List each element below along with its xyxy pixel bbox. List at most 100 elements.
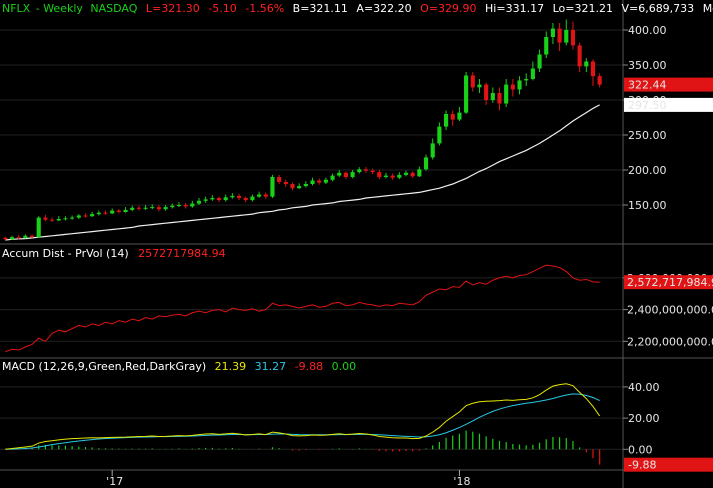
candle-body bbox=[337, 172, 342, 176]
candle-body bbox=[223, 197, 228, 201]
candle-body bbox=[350, 172, 355, 177]
candle-body bbox=[557, 28, 562, 43]
candle-body bbox=[497, 93, 502, 104]
candle-body bbox=[76, 215, 81, 218]
candle-body bbox=[270, 177, 275, 197]
accum-value: 2572717984.94 bbox=[138, 247, 225, 260]
candle-body bbox=[544, 37, 549, 55]
candle-body bbox=[50, 219, 55, 221]
candle-body bbox=[3, 237, 8, 240]
candle-body bbox=[163, 207, 168, 210]
candle-body bbox=[470, 75, 475, 88]
candle-body bbox=[490, 93, 495, 100]
candle-body bbox=[330, 175, 335, 180]
candle-body bbox=[9, 237, 15, 240]
candle-body bbox=[504, 84, 509, 104]
candle-body bbox=[317, 180, 322, 183]
candle-body bbox=[517, 80, 522, 90]
stock-chart: NFLX - Weekly NASDAQ L=321.30 -5.10 -1.5… bbox=[0, 0, 713, 488]
candle-body bbox=[36, 217, 41, 238]
candle-body bbox=[550, 28, 555, 37]
candle-body bbox=[510, 84, 515, 90]
candle-body bbox=[70, 217, 75, 219]
candle-body bbox=[417, 169, 422, 177]
candle-body bbox=[577, 45, 582, 67]
candle-body bbox=[176, 205, 182, 206]
price-header: NFLX - Weekly NASDAQ L=321.30 -5.10 -1.5… bbox=[2, 2, 713, 15]
macd-header: MACD (12,26,9,Green,Red,DarkGray) 21.39 … bbox=[2, 360, 356, 373]
macd-value: 21.39 bbox=[215, 360, 247, 373]
candle-body bbox=[196, 200, 202, 204]
candle-body bbox=[310, 180, 315, 184]
candle-body bbox=[83, 215, 88, 217]
exchange-label: NASDAQ bbox=[90, 2, 137, 15]
macd-axis-label: 20.00 bbox=[628, 412, 660, 425]
candle-body bbox=[410, 172, 415, 177]
accum-axis[interactable]: 2,600,000,000.002,400,000,000.002,200,00… bbox=[623, 272, 713, 348]
candle-body bbox=[357, 169, 362, 173]
price-axis-label: 400.00 bbox=[628, 24, 667, 37]
candle-body bbox=[370, 170, 375, 173]
volume-label: V=6,689,733 bbox=[621, 2, 694, 15]
candle-body bbox=[363, 169, 369, 171]
accum-title: Accum Dist - PrVol (14) bbox=[2, 247, 129, 260]
candle-body bbox=[383, 175, 389, 177]
accum-header: Accum Dist - PrVol (14) 2572717984.94 bbox=[2, 247, 226, 260]
candle-body bbox=[530, 68, 535, 79]
candle-body bbox=[116, 210, 121, 212]
candle-body bbox=[524, 79, 529, 81]
candle-body bbox=[584, 61, 589, 67]
candle-body bbox=[303, 184, 308, 187]
candle-body bbox=[103, 212, 108, 214]
candle-body bbox=[437, 126, 442, 144]
candle-body bbox=[156, 207, 161, 210]
price-axis-label: 200.00 bbox=[628, 164, 667, 177]
candle-body bbox=[230, 195, 235, 198]
zero-value: 0.00 bbox=[332, 360, 357, 373]
candle-body bbox=[63, 218, 68, 220]
sma-label: 297.50 bbox=[628, 99, 667, 112]
time-axis-label: '17 bbox=[106, 475, 123, 488]
candle-body bbox=[250, 196, 255, 201]
macd-title: MACD (12,26,9,Green,Red,DarkGray) bbox=[2, 360, 206, 373]
candle-body bbox=[183, 205, 188, 207]
candle-body bbox=[477, 84, 482, 88]
ask-label: A=322.20 bbox=[356, 2, 411, 15]
accum-badge-label: 2,572,717,984.94 bbox=[627, 276, 713, 289]
candle-body bbox=[450, 114, 455, 120]
candle-body bbox=[457, 112, 462, 120]
candle-body bbox=[444, 114, 449, 127]
candle-body bbox=[123, 209, 128, 212]
candle-body bbox=[143, 207, 148, 209]
candle-body bbox=[236, 195, 242, 198]
accum-axis-label: 2,400,000,000.00 bbox=[627, 304, 713, 317]
candle-body bbox=[343, 172, 348, 177]
candle-body bbox=[56, 219, 61, 221]
candle-body bbox=[430, 143, 435, 158]
histogram-value: -9.88 bbox=[295, 360, 323, 373]
candle-body bbox=[397, 174, 402, 178]
candle-body bbox=[377, 172, 382, 177]
accum-axis-label: 2,200,000,000.00 bbox=[627, 335, 713, 348]
price-axis-label: 150.00 bbox=[628, 199, 667, 212]
interval-value: Weekly bbox=[43, 2, 83, 15]
change-pct-label: -1.56% bbox=[245, 2, 284, 15]
last-label: L=321.30 bbox=[146, 2, 200, 15]
macd-axis-label: 0.00 bbox=[628, 443, 653, 456]
candle-body bbox=[150, 207, 155, 209]
candle-body bbox=[403, 172, 409, 175]
symbol-label: NFLX bbox=[2, 2, 31, 15]
open-label: O=329.90 bbox=[420, 2, 476, 15]
candle-body bbox=[277, 177, 282, 182]
candle-body bbox=[597, 76, 602, 85]
candle-body bbox=[243, 198, 248, 201]
candle-body bbox=[564, 30, 569, 43]
candle-body bbox=[29, 235, 35, 238]
candle-body bbox=[43, 217, 48, 220]
candle-body bbox=[297, 186, 302, 189]
change-label: -5.10 bbox=[208, 2, 236, 15]
candle-body bbox=[537, 54, 542, 69]
time-axis-label: '18 bbox=[453, 475, 470, 488]
price-axis-label: 350.00 bbox=[628, 59, 667, 72]
macd-badge-label: -9.88 bbox=[628, 459, 656, 472]
